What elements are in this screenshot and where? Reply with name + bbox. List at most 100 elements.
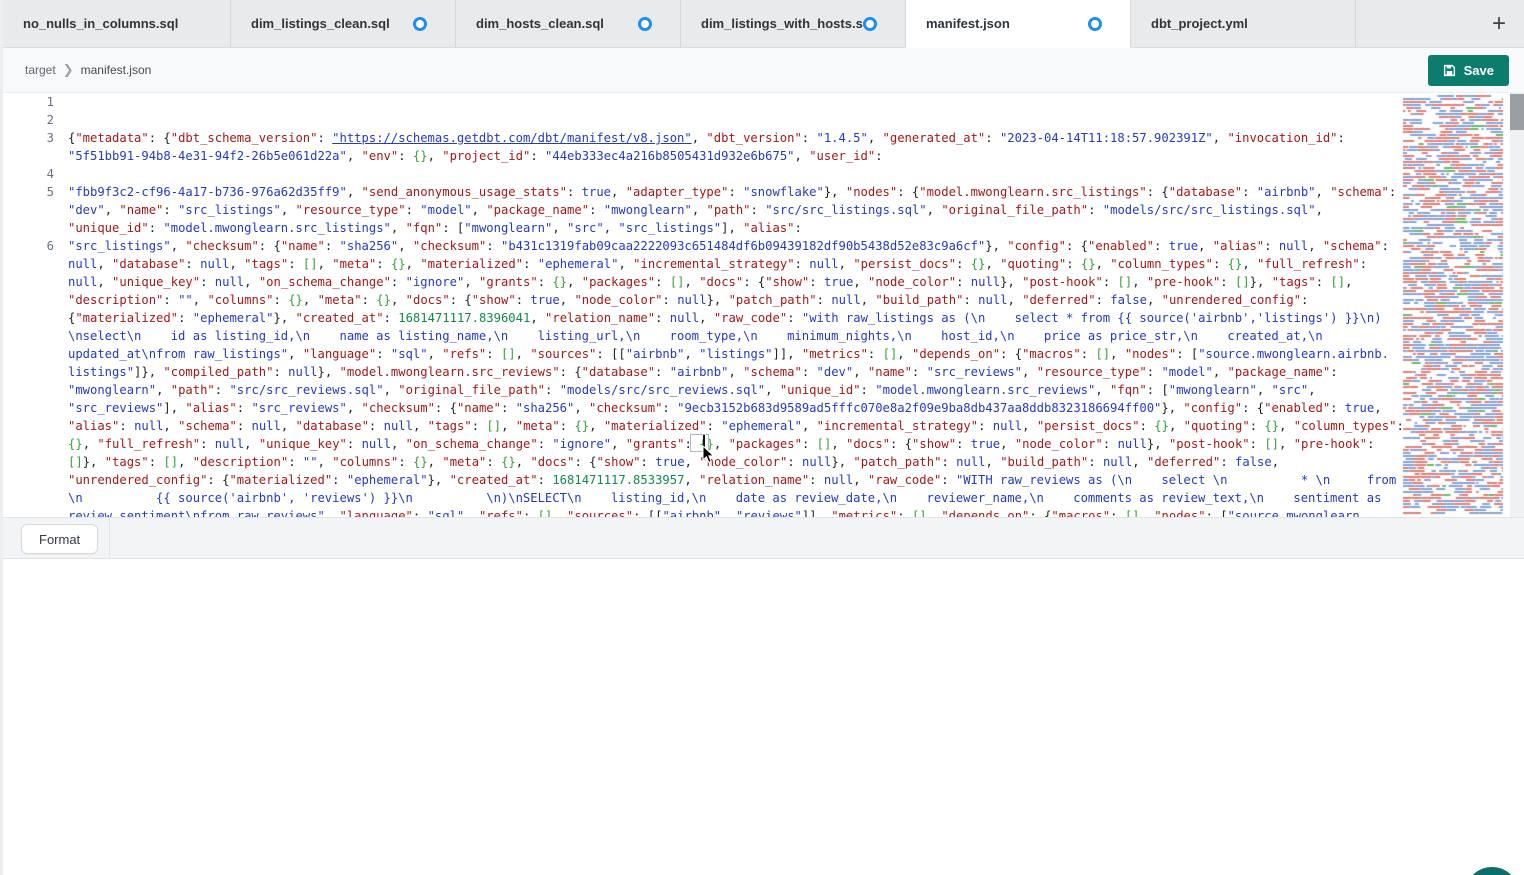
file-header-bar: target ❯ manifest.json Save — [3, 48, 1524, 93]
code-text: []}, "tags": [], "description": "", "col… — [68, 453, 1279, 471]
tab-dim_hosts_clean.sql[interactable]: dim_hosts_clean.sql — [456, 0, 681, 47]
tab-bar: no_nulls_in_columns.sql dim_listings_clea… — [3, 0, 1524, 48]
code-line[interactable]: 1 — [3, 93, 1400, 111]
tab-manifest.json[interactable]: manifest.json — [906, 0, 1131, 48]
code-line[interactable]: "5f51bb91-94b8-4e31-94f2-26b5e061d22a", … — [3, 147, 1400, 165]
code-text: "src_reviews"], "alias": "src_reviews", … — [68, 399, 1382, 417]
code-line[interactable]: {"materialized": "ephemeral"}, "created_… — [3, 309, 1400, 327]
tab-dim_listings_clean.sql[interactable]: dim_listings_clean.sql — [231, 0, 456, 47]
chevron-right-icon: ❯ — [63, 63, 74, 76]
code-text: "unrendered_config": {"materialized": "e… — [68, 471, 1396, 489]
line-number: 2 — [3, 111, 68, 129]
code-text: {"materialized": "ephemeral"}, "created_… — [68, 309, 1382, 327]
minimap[interactable] — [1402, 93, 1508, 517]
line-number: 1 — [3, 93, 68, 111]
code-text: "description": "", "columns": {}, "meta"… — [68, 291, 1308, 309]
ide-root: no_nulls_in_columns.sql dim_listings_clea… — [0, 0, 1524, 875]
code-line[interactable]: \n {{ source('airbnb', 'reviews') }}\n \… — [3, 489, 1400, 507]
code-text: "mwonglearn", "path": "src/src_reviews.s… — [68, 381, 1316, 399]
unsaved-indicator-icon — [638, 17, 652, 31]
line-number — [3, 291, 68, 309]
breadcrumb: target ❯ manifest.json — [3, 63, 151, 77]
scrollbar-thumb[interactable] — [1510, 94, 1524, 130]
code-text: listings"]}, "compiled_path": null}, "mo… — [68, 363, 1338, 381]
save-button[interactable]: Save — [1428, 55, 1509, 86]
save-button-label: Save — [1464, 63, 1494, 78]
code-line[interactable]: 4 — [3, 165, 1400, 183]
tab-list: no_nulls_in_columns.sql dim_listings_clea… — [3, 0, 1356, 47]
code-line[interactable]: "src_reviews"], "alias": "src_reviews", … — [3, 399, 1400, 417]
line-number — [3, 327, 68, 345]
code-line[interactable]: "description": "", "columns": {}, "meta"… — [3, 291, 1400, 309]
line-number — [3, 201, 68, 219]
code-text: "alias": null, "schema": null, "database… — [68, 417, 1404, 435]
code-line[interactable]: 6"src_listings", "checksum": {"name": "s… — [3, 237, 1400, 255]
code-line[interactable]: "alias": null, "schema": null, "database… — [3, 417, 1400, 435]
line-number — [3, 345, 68, 363]
code-text: "5f51bb91-94b8-4e31-94f2-26b5e061d22a", … — [68, 147, 883, 165]
format-button[interactable]: Format — [21, 524, 98, 554]
bottom-panel — [3, 559, 1524, 875]
code-line[interactable]: 2 — [3, 111, 1400, 129]
line-number — [3, 399, 68, 417]
code-line[interactable]: "mwonglearn", "path": "src/src_reviews.s… — [3, 381, 1400, 399]
line-number — [3, 453, 68, 471]
code-text: "unique_id": "model.mwonglearn.src_listi… — [68, 219, 802, 237]
mouse-cursor-icon — [702, 445, 715, 464]
unsaved-indicator-icon — [413, 17, 427, 31]
code-line[interactable]: listings"]}, "compiled_path": null}, "mo… — [3, 363, 1400, 381]
code-line[interactable]: null, "database": null, "tags": [], "met… — [3, 255, 1400, 273]
unsaved-indicator-icon — [863, 17, 877, 31]
code-editor[interactable]: 123{"metadata": {"dbt_schema_version": "… — [3, 93, 1524, 517]
tab-label: dim_hosts_clean.sql — [476, 16, 604, 31]
code-text: null, "unique_key": null, "on_schema_cha… — [68, 273, 1352, 291]
code-text: "src_listings", "checksum": {"name": "sh… — [68, 237, 1389, 255]
code-text: "fbb9f3c2-cf96-4a17-b736-976a62d35ff9", … — [68, 183, 1396, 201]
line-number — [3, 273, 68, 291]
breadcrumb-file: manifest.json — [81, 63, 152, 77]
tab-dbt_project.yml[interactable]: dbt_project.yml — [1131, 0, 1356, 47]
code-text: \nselect\n id as listing_id,\n name as l… — [68, 327, 1323, 345]
code-text: {}, "full_refresh": null, "unique_key": … — [68, 435, 1374, 453]
tab-label: dim_listings_with_hosts.sql — [701, 16, 863, 31]
code-text: \n {{ source('airbnb', 'reviews') }}\n \… — [68, 489, 1381, 507]
editor-scrollbar[interactable] — [1510, 93, 1524, 517]
code-line[interactable]: 3{"metadata": {"dbt_schema_version": "ht… — [3, 129, 1400, 147]
tab-label: dim_listings_clean.sql — [251, 16, 390, 31]
code-line[interactable]: null, "unique_key": null, "on_schema_cha… — [3, 273, 1400, 291]
tab-label: no_nulls_in_columns.sql — [23, 16, 178, 31]
code-line[interactable]: \nselect\n id as listing_id,\n name as l… — [3, 327, 1400, 345]
line-number — [3, 363, 68, 381]
panel-divider — [109, 518, 110, 558]
tab-label: dbt_project.yml — [1151, 16, 1248, 31]
tab-no_nulls_in_columns.sql[interactable]: no_nulls_in_columns.sql — [3, 0, 231, 47]
code-line[interactable]: 5"fbb9f3c2-cf96-4a17-b736-976a62d35ff9",… — [3, 183, 1400, 201]
line-number: 3 — [3, 129, 68, 147]
save-floppy-icon — [1443, 64, 1456, 77]
code-line[interactable]: "unrendered_config": {"materialized": "e… — [3, 471, 1400, 489]
code-line[interactable]: updated_at\nfrom raw_listings", "languag… — [3, 345, 1400, 363]
code-line[interactable]: "unique_id": "model.mwonglearn.src_listi… — [3, 219, 1400, 237]
line-number — [3, 471, 68, 489]
line-number — [3, 381, 68, 399]
breadcrumb-folder[interactable]: target — [25, 63, 56, 77]
line-number: 4 — [3, 165, 68, 183]
line-number — [3, 489, 68, 507]
line-number — [3, 255, 68, 273]
code-text: "dev", "name": "src_listings", "resource… — [68, 201, 1323, 219]
code-text: {"metadata": {"dbt_schema_version": "htt… — [68, 129, 1345, 147]
line-number — [3, 435, 68, 453]
code-text: review_sentiment\nfrom raw_reviews", "la… — [68, 507, 1367, 517]
new-tab-button[interactable]: + — [1484, 9, 1514, 39]
line-number — [3, 147, 68, 165]
tab-dim_listings_with_hosts.sql[interactable]: dim_listings_with_hosts.sql — [681, 0, 906, 47]
editor-footer-bar: Format — [3, 517, 1524, 559]
code-line[interactable]: "dev", "name": "src_listings", "resource… — [3, 201, 1400, 219]
line-number: 5 — [3, 183, 68, 201]
code-text: null, "database": null, "tags": [], "met… — [68, 255, 1367, 273]
line-number — [3, 219, 68, 237]
code-line[interactable]: review_sentiment\nfrom raw_reviews", "la… — [3, 507, 1400, 517]
line-number — [3, 507, 68, 517]
line-number — [3, 309, 68, 327]
tab-label: manifest.json — [926, 16, 1010, 31]
